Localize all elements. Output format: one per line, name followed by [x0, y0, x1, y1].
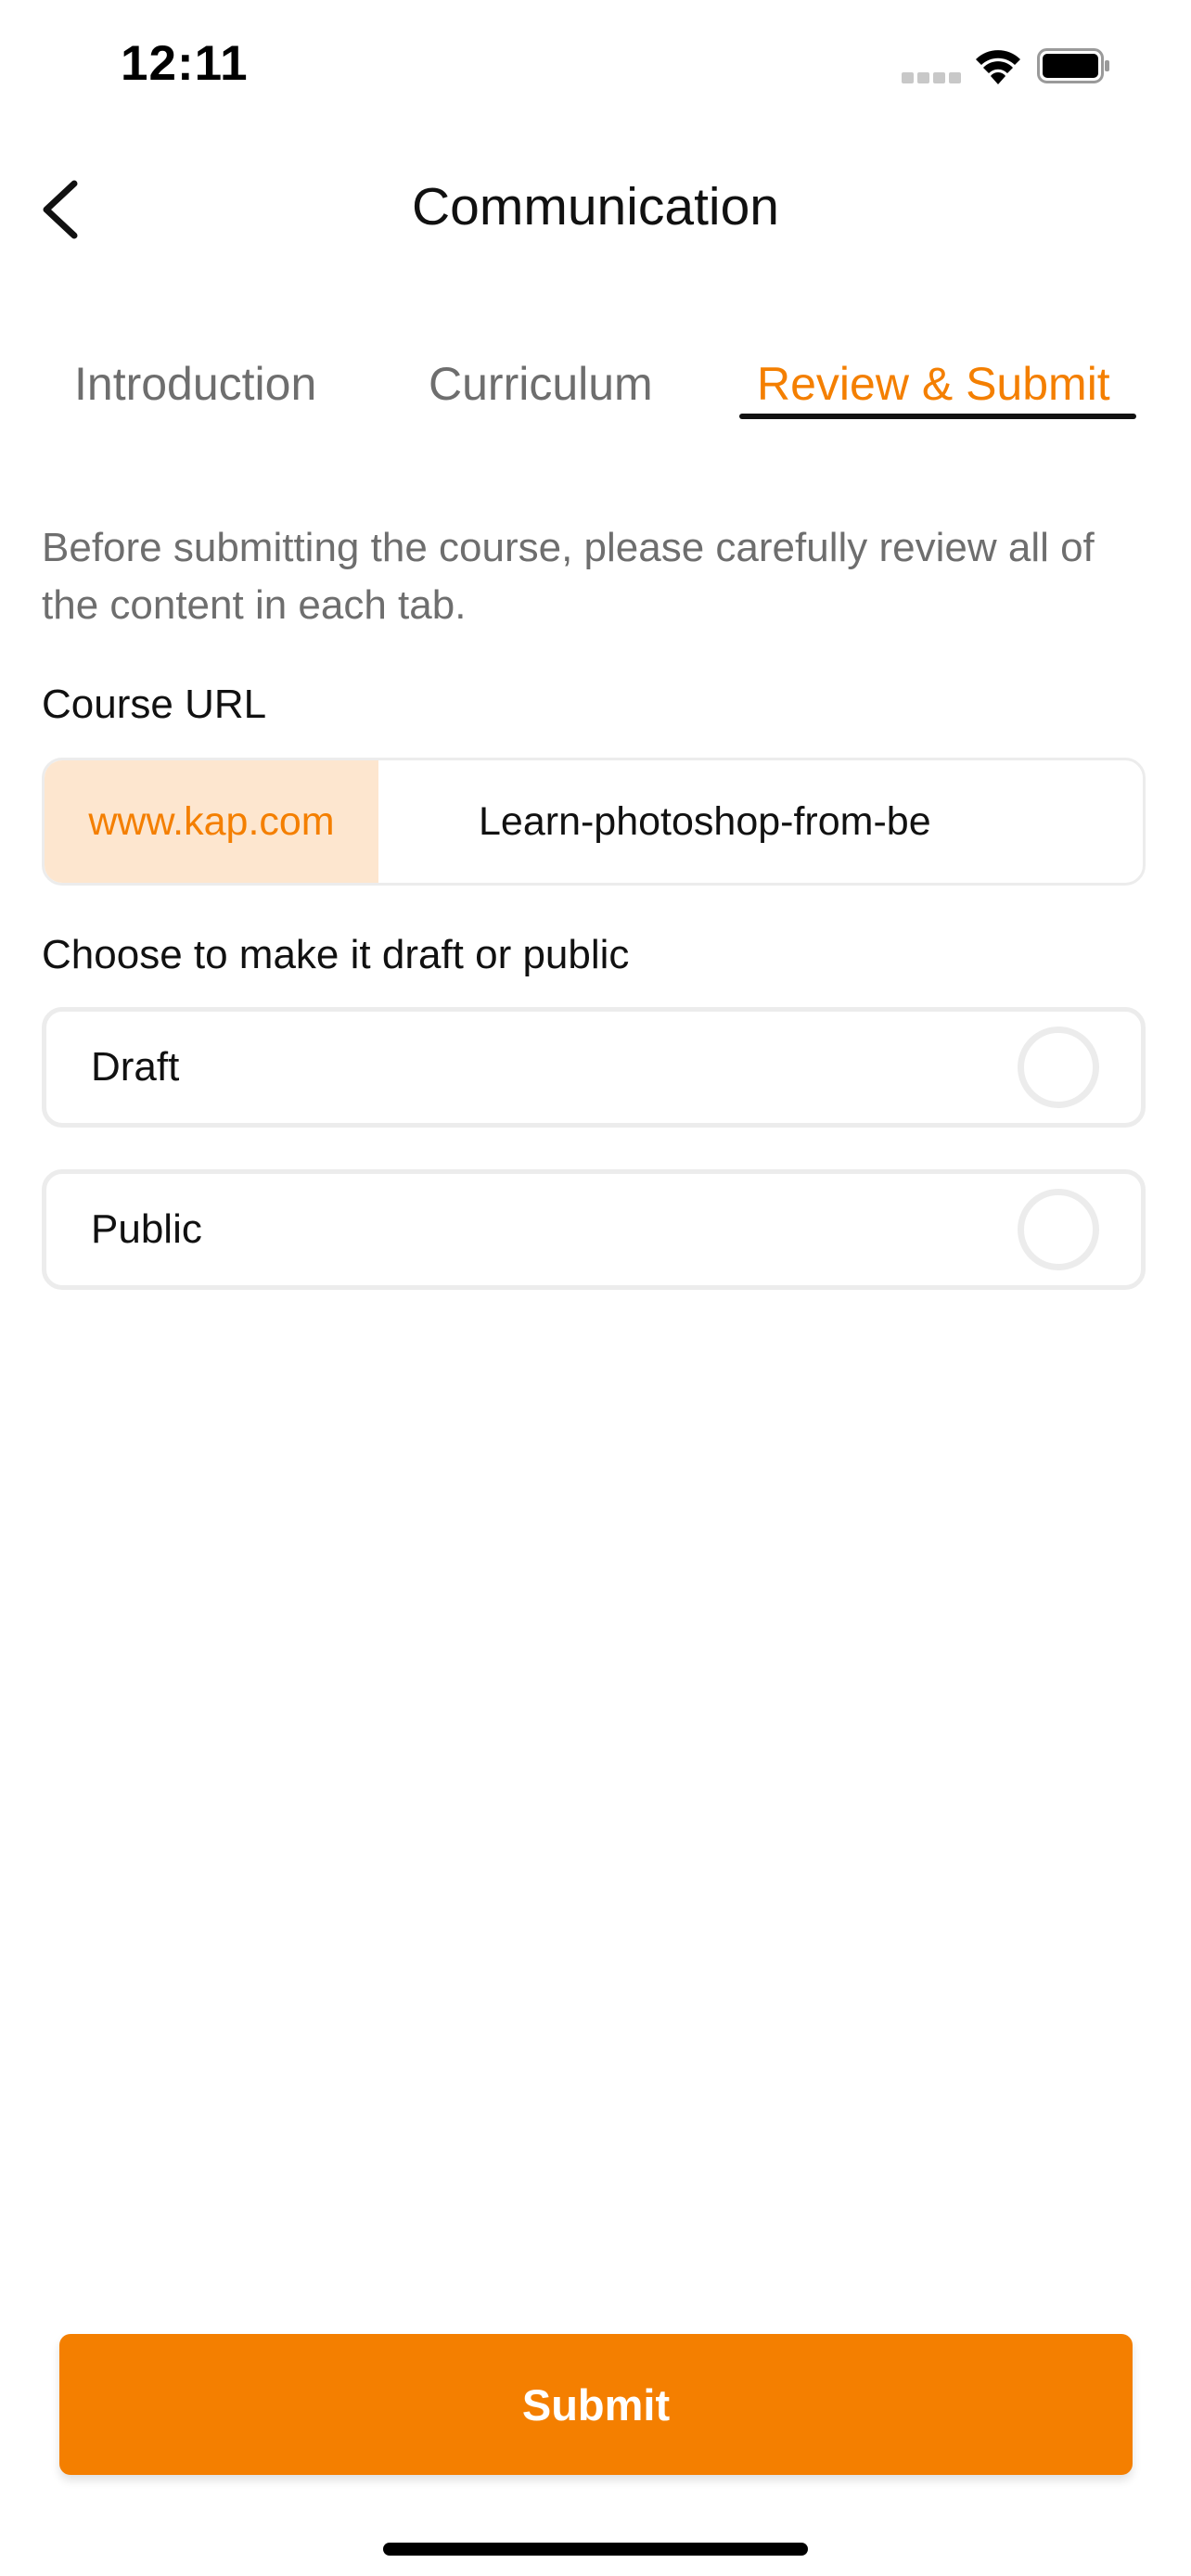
tab-introduction[interactable]: Introduction	[74, 357, 316, 411]
status-time: 12:11	[121, 36, 249, 91]
url-slug-input[interactable]: Learn-photoshop-from-be	[378, 760, 1143, 883]
public-option-label: Public	[91, 1206, 202, 1252]
submit-button[interactable]: Submit	[59, 2334, 1133, 2475]
home-indicator	[383, 2543, 808, 2556]
draft-option[interactable]: Draft	[42, 1007, 1146, 1128]
course-url-label: Course URL	[42, 682, 267, 727]
cellular-signal-icon	[902, 72, 961, 83]
review-instructions: Before submitting the course, please car…	[42, 525, 1095, 628]
wifi-icon	[976, 50, 1020, 84]
visibility-label: Choose to make it draft or public	[42, 932, 630, 977]
url-prefix: www.kap.com	[45, 760, 378, 883]
public-radio[interactable]	[1018, 1189, 1099, 1270]
battery-icon	[1037, 48, 1109, 83]
public-option[interactable]: Public	[42, 1169, 1146, 1290]
draft-radio[interactable]	[1018, 1027, 1099, 1108]
page-title: Communication	[412, 177, 779, 236]
tab-review-submit[interactable]: Review & Submit	[757, 357, 1110, 411]
course-url-field[interactable]: www.kap.com Learn-photoshop-from-be	[42, 758, 1146, 886]
active-tab-indicator	[739, 414, 1136, 419]
tab-curriculum[interactable]: Curriculum	[429, 357, 653, 411]
draft-option-label: Draft	[91, 1044, 180, 1090]
